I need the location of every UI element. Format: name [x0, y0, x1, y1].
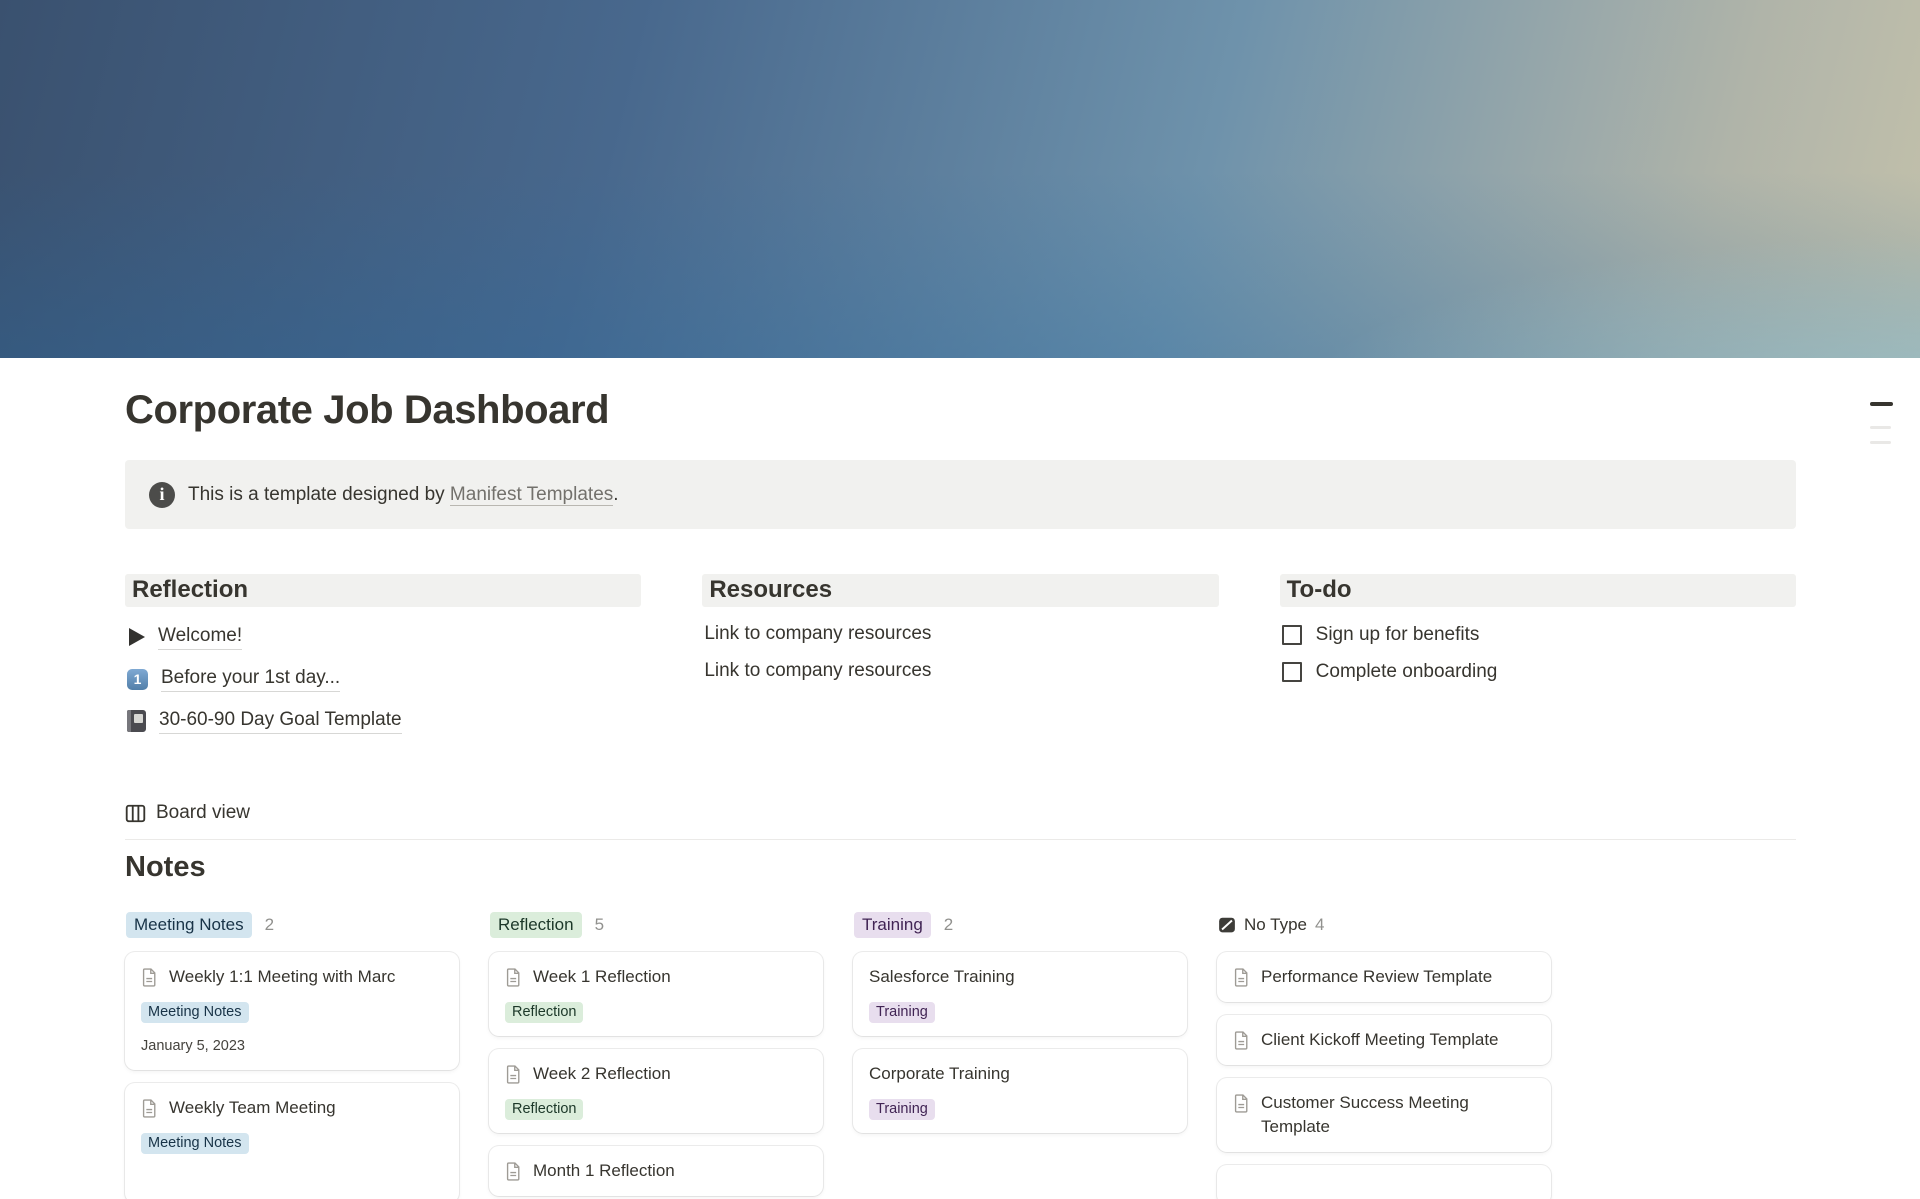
- toc-bar: [1870, 426, 1891, 429]
- board-card[interactable]: Salesforce Training Training: [853, 952, 1187, 1036]
- board-card[interactable]: Week 2 Reflection Reflection: [489, 1049, 823, 1133]
- board-card[interactable]: Weekly Team Meeting Meeting Notes: [125, 1083, 459, 1199]
- group-header[interactable]: Training 2: [853, 911, 1187, 938]
- callout-text: This is a template designed by Manifest …: [188, 484, 619, 506]
- resources-heading: Resources: [702, 574, 1218, 607]
- board: Meeting Notes 2 Weekly 1:1 Meeting with …: [125, 911, 1796, 1199]
- board-card[interactable]: Customer Success Meeting Template: [1217, 1078, 1551, 1152]
- group-meeting-notes: Meeting Notes 2 Weekly 1:1 Meeting with …: [125, 911, 459, 1199]
- card-tag: Training: [869, 1002, 935, 1023]
- board-view-icon: [125, 803, 146, 824]
- cover-image: [0, 0, 1920, 358]
- column-todo: To-do Sign up for benefits Complete onbo…: [1280, 574, 1796, 742]
- card-title: Week 1 Reflection: [533, 965, 671, 989]
- group-header[interactable]: Reflection 5: [489, 911, 823, 938]
- todo-heading: To-do: [1280, 574, 1796, 607]
- page-icon: [1233, 1094, 1250, 1113]
- checkbox-unchecked[interactable]: [1282, 662, 1302, 682]
- group-reflection: Reflection 5 Week 1 Reflection Reflectio…: [489, 911, 823, 1199]
- group-count: 2: [265, 915, 274, 935]
- page-icon: [141, 968, 158, 987]
- column-reflection: Reflection Welcome! 1 Before your 1st da…: [125, 574, 641, 742]
- info-icon: i: [149, 482, 175, 508]
- card-title: Month 1 Reflection: [533, 1159, 675, 1183]
- callout-text-before: This is a template designed by: [188, 484, 445, 505]
- todo-label: Complete onboarding: [1316, 661, 1498, 683]
- group-name-tag: Meeting Notes: [126, 912, 252, 938]
- toc-bar: [1870, 402, 1893, 406]
- group-name-tag: Training: [854, 912, 931, 938]
- card-tag: Reflection: [505, 1002, 583, 1023]
- board-card[interactable]: Performance Review Template: [1217, 952, 1551, 1002]
- notes-section-title: Notes: [125, 851, 1796, 884]
- board-card[interactable]: Month 1 Reflection: [489, 1146, 823, 1196]
- card-title: Performance Review Template: [1261, 965, 1492, 989]
- page-icon: [505, 968, 522, 987]
- page-link-row[interactable]: 1 Before your 1st day...: [125, 658, 641, 700]
- card-tag: Training: [869, 1099, 935, 1120]
- board-card[interactable]: Corporate Training Training: [853, 1049, 1187, 1133]
- page-icon: [505, 1162, 522, 1181]
- board-card[interactable]: Weekly 1:1 Meeting with Marc Meeting Not…: [125, 952, 459, 1070]
- resource-link-text: Link to company resources: [702, 653, 1218, 690]
- column-resources: Resources Link to company resources Link…: [702, 574, 1218, 742]
- before-first-day-page-link[interactable]: Before your 1st day...: [161, 667, 340, 692]
- group-count: 5: [595, 915, 604, 935]
- card-title: Week 2 Reflection: [533, 1062, 671, 1086]
- board-view-label: Board view: [156, 802, 250, 824]
- board-view-tab[interactable]: Board view: [125, 800, 1796, 826]
- board-card[interactable]: Week 1 Reflection Reflection: [489, 952, 823, 1036]
- table-of-contents-icon[interactable]: [1870, 402, 1894, 444]
- page-icon: [1233, 1031, 1250, 1050]
- top-columns: Reflection Welcome! 1 Before your 1st da…: [125, 574, 1796, 742]
- page-link-row[interactable]: Welcome!: [125, 616, 641, 658]
- resource-link-text: Link to company resources: [702, 616, 1218, 653]
- one-keycap-icon: 1: [127, 669, 148, 690]
- callout-text-after: .: [613, 484, 618, 505]
- manifest-templates-link[interactable]: Manifest Templates: [450, 484, 613, 506]
- notebook-icon: [127, 710, 146, 732]
- todo-item: Sign up for benefits: [1280, 616, 1796, 653]
- toc-bar: [1870, 441, 1891, 444]
- group-count: 2: [944, 915, 953, 935]
- group-header[interactable]: Meeting Notes 2: [125, 911, 459, 938]
- goal-template-page-link[interactable]: 30-60-90 Day Goal Template: [159, 709, 402, 734]
- play-icon: [129, 628, 145, 646]
- page-icon: [1233, 968, 1250, 987]
- no-type-icon: [1218, 916, 1236, 934]
- page-icon: [141, 1099, 158, 1118]
- board-card[interactable]: Client Kickoff Meeting Template: [1217, 1015, 1551, 1065]
- card-title: Client Kickoff Meeting Template: [1261, 1028, 1499, 1052]
- card-tag: Meeting Notes: [141, 1002, 249, 1023]
- todo-label: Sign up for benefits: [1316, 624, 1480, 646]
- card-date: January 5, 2023: [141, 1036, 443, 1057]
- group-header[interactable]: No Type 4: [1217, 911, 1551, 938]
- group-name-tag: Reflection: [490, 912, 582, 938]
- card-tag: Meeting Notes: [141, 1133, 249, 1154]
- todo-item: Complete onboarding: [1280, 653, 1796, 690]
- card-title: Corporate Training: [869, 1062, 1010, 1086]
- welcome-page-link[interactable]: Welcome!: [158, 625, 242, 650]
- checkbox-unchecked[interactable]: [1282, 625, 1302, 645]
- card-tag: Reflection: [505, 1099, 583, 1120]
- page-body: Corporate Job Dashboard i This is a temp…: [0, 388, 1920, 1199]
- card-title: Weekly 1:1 Meeting with Marc: [169, 965, 395, 989]
- group-no-type: No Type 4 Performance Review Template: [1217, 911, 1551, 1199]
- card-title: Salesforce Training: [869, 965, 1015, 989]
- divider: [125, 839, 1796, 840]
- group-training: Training 2 Salesforce Training Training …: [853, 911, 1187, 1146]
- group-count: 4: [1315, 915, 1324, 935]
- group-name: No Type: [1244, 915, 1307, 935]
- reflection-heading: Reflection: [125, 574, 641, 607]
- callout: i This is a template designed by Manifes…: [125, 460, 1796, 529]
- card-title: Customer Success Meeting Template: [1261, 1091, 1499, 1139]
- page-title[interactable]: Corporate Job Dashboard: [125, 388, 1796, 433]
- page-icon: [505, 1065, 522, 1084]
- page-link-row[interactable]: 30-60-90 Day Goal Template: [125, 700, 641, 742]
- board-card-partial[interactable]: [1217, 1165, 1551, 1199]
- card-title: Weekly Team Meeting: [169, 1096, 336, 1120]
